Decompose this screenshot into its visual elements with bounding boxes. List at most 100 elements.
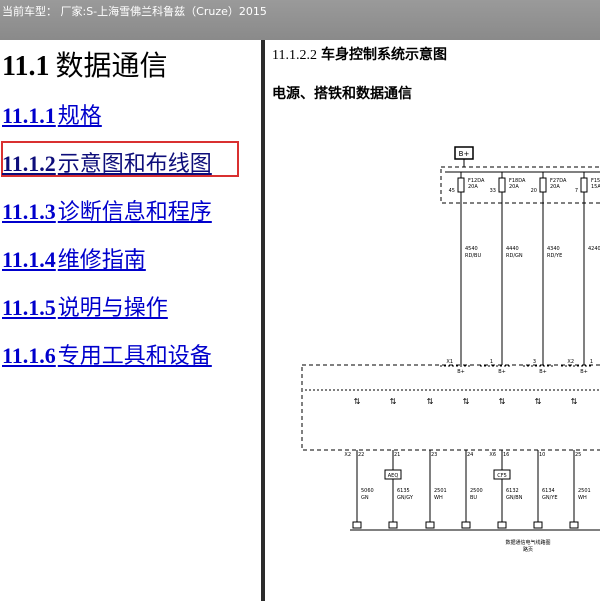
toc-link-text: 专用工具和设备 xyxy=(57,344,212,369)
fuse: F12DA20A454540RD/BU xyxy=(449,172,485,365)
diagram-caption-2: 路页 xyxy=(523,546,533,553)
wire-color: RD/GN xyxy=(506,253,523,259)
wire-circuit: 4540 xyxy=(465,246,478,252)
fuse: F27DA20A204340RD/YE xyxy=(531,172,567,365)
bplus-supply-label: B+ xyxy=(459,150,470,158)
bplus-label: B+ xyxy=(580,369,588,375)
fuse-pin: 33 xyxy=(490,188,496,194)
connector-label: X2 xyxy=(344,452,351,458)
pin-number: 16 xyxy=(503,452,509,458)
toc-heading-number: 11.1 xyxy=(2,51,50,82)
wire-color: GN/YE xyxy=(542,495,558,501)
data-arrows: ⇅ xyxy=(427,397,434,406)
terminal xyxy=(388,521,398,529)
module-pin: ⇅ X2 22 5060GN xyxy=(344,397,374,529)
terminal xyxy=(497,521,507,529)
wire-color: WH xyxy=(434,495,443,501)
connector-label: 3 xyxy=(533,359,536,365)
fuse-rating: 15A xyxy=(591,184,600,190)
terminal xyxy=(569,521,579,529)
toc-link-number: 11.1.1 xyxy=(2,103,56,128)
connector-label: X1 xyxy=(446,359,453,365)
fuse-rating: 20A xyxy=(550,184,560,190)
connector-label: 1 xyxy=(590,359,593,365)
splice-tag: CF5 xyxy=(497,473,507,479)
toc-link-diagnostics[interactable]: 11.1.3诊断信息和程序 xyxy=(2,194,212,226)
toc-link-schematics[interactable]: 11.1.2示意图和布线图 xyxy=(2,146,212,178)
splice-tag: AEQ xyxy=(388,473,399,479)
toc-link-number: 11.1.2 xyxy=(2,151,56,176)
data-arrows: ⇅ xyxy=(354,397,361,406)
module-pin: ⇅ 24 2500BU xyxy=(461,397,483,529)
wire-circuit: 6132 xyxy=(506,488,519,494)
fuse: F18DA20A334440RD/GN xyxy=(490,172,526,365)
toc-heading: 11.1 数据通信 xyxy=(2,44,167,84)
toc-link-number: 11.1.5 xyxy=(2,295,56,320)
pin-number: 10 xyxy=(539,452,545,458)
pin-number: 23 xyxy=(431,452,437,458)
wire-circuit: 4440 xyxy=(506,246,519,252)
wire-circuit: 4340 xyxy=(547,246,560,252)
wiring-diagram: B+ F12DA20A454540RD/BUF18DA20A334440RD/G… xyxy=(301,146,600,553)
toc-link-text: 诊断信息和程序 xyxy=(57,200,212,225)
pin-number: 25 xyxy=(575,452,581,458)
connector-label: X2 xyxy=(567,359,574,365)
toc-link-number: 11.1.4 xyxy=(2,247,56,272)
window-title: 当前车型： 厂家:S-上海雪佛兰科鲁兹（Cruze）2015 xyxy=(2,5,267,18)
fuse-rating: 20A xyxy=(468,184,478,190)
wire-circuit: 6134 xyxy=(542,488,555,494)
data-arrows: ⇅ xyxy=(390,397,397,406)
data-arrows: ⇅ xyxy=(499,397,506,406)
wire-color: WH xyxy=(578,495,587,501)
section-title: 车身控制系统示意图 xyxy=(320,47,447,63)
toc-link-number: 11.1.3 xyxy=(2,199,56,224)
wire-circuit: 2500 xyxy=(470,488,483,494)
terminal xyxy=(352,521,362,529)
fuse-pin: 20 xyxy=(531,188,537,194)
bplus-label: B+ xyxy=(457,369,465,375)
fuse-pin: 45 xyxy=(449,188,455,194)
module-pin: ⇅ 10 6134GN/YE xyxy=(533,397,558,529)
body-control-module-box xyxy=(301,364,600,451)
data-arrows: ⇅ xyxy=(535,397,542,406)
bplus-label: B+ xyxy=(498,369,506,375)
wire-color: BU xyxy=(470,495,477,501)
toc-link-text: 示意图和布线图 xyxy=(57,152,212,177)
connector-label: 1 xyxy=(490,359,493,365)
wire-circuit: 4240 xyxy=(588,246,600,252)
pin-number: 21 xyxy=(394,452,400,458)
data-arrows: ⇅ xyxy=(571,397,578,406)
pin-number: 24 xyxy=(467,452,473,458)
diagram-subtitle: 电源、搭铁和数据通信 xyxy=(272,86,412,102)
wire-circuit: 2501 xyxy=(434,488,447,494)
toc-link-description[interactable]: 11.1.5说明与操作 xyxy=(2,290,168,322)
toc-link-text: 说明与操作 xyxy=(57,296,168,321)
section-heading: 11.1.2.2 车身控制系统示意图 xyxy=(272,44,447,64)
toc-link-text: 维修指南 xyxy=(57,248,146,273)
wire-circuit: 6135 xyxy=(397,488,410,494)
toc-link-special-tools[interactable]: 11.1.6专用工具和设备 xyxy=(2,338,212,370)
module-pin: ⇅ X6 16 CF5 6132GN/BN xyxy=(489,397,523,529)
wire-color: GN/BN xyxy=(506,495,523,501)
module-pin: ⇅ 21 AEQ 6135GN/GY xyxy=(384,397,414,529)
connector-label: X6 xyxy=(489,452,496,458)
toc-link-text: 规格 xyxy=(57,104,102,129)
toc-heading-text: 数据通信 xyxy=(55,49,168,82)
toc-link-specifications[interactable]: 11.1.1规格 xyxy=(2,98,102,130)
app-titlebar: 当前车型： 厂家:S-上海雪佛兰科鲁兹（Cruze）2015 xyxy=(0,0,600,40)
fuse-rating: 20A xyxy=(509,184,519,190)
wire-circuit: 5060 xyxy=(361,488,374,494)
fuse-pin: 7 xyxy=(575,188,578,194)
diagram-caption: 数据通信电气线路图 xyxy=(505,539,550,546)
terminal xyxy=(425,521,435,529)
section-number: 11.1.2.2 xyxy=(272,48,317,63)
toc-link-repair[interactable]: 11.1.4维修指南 xyxy=(2,242,146,274)
content-pane: 11.1.2.2 车身控制系统示意图 电源、搭铁和数据通信 B+ F12DA 20A… xyxy=(265,40,600,601)
wire-color: RD/BU xyxy=(465,253,481,259)
terminal xyxy=(533,521,543,529)
wire-color: GN/GY xyxy=(397,495,414,501)
bplus-label: B+ xyxy=(539,369,547,375)
pin-number: 22 xyxy=(358,452,364,458)
wire-color: GN xyxy=(361,495,369,501)
fuse: F1515A74240 xyxy=(575,172,600,365)
